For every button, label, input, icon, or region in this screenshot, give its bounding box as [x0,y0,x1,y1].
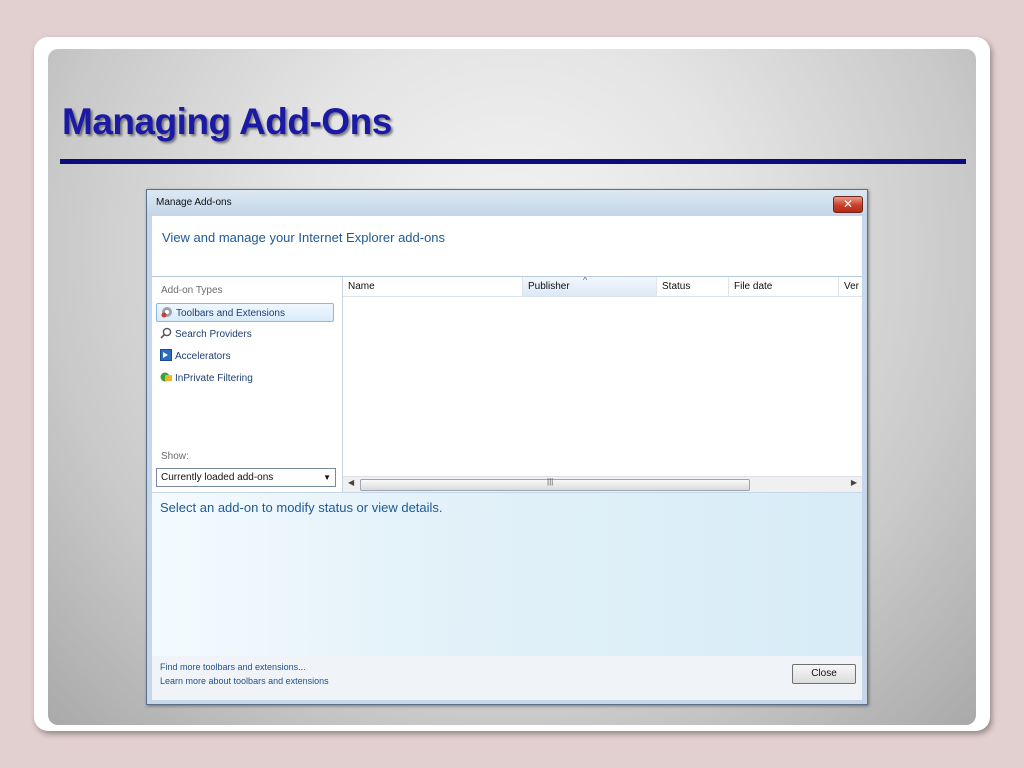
manage-addons-dialog: Manage Add-ons ✕ View and manage your In… [146,189,868,705]
slide-title: Managing Add-Ons [62,101,392,142]
accelerator-icon [160,349,172,361]
dropdown-arrow-icon: ▼ [323,473,331,482]
dialog-header: View and manage your Internet Explorer a… [152,216,862,277]
sort-ascending-icon: ^ [583,277,588,285]
addons-list[interactable]: Name ^ Publisher Status File date Ver ◀ … [343,277,862,492]
addon-types-label: Add-on Types [161,285,223,296]
dialog-title: Manage Add-ons [156,197,232,208]
column-header-label: Publisher [528,281,570,292]
horizontal-scrollbar[interactable]: ◀ ||| ▶ [343,476,862,492]
search-icon [160,327,172,339]
addon-type-label: InPrivate Filtering [175,373,253,384]
slide-background: Managing Add-Ons Manage Add-ons ✕ View a… [48,49,976,725]
slide-frame: Managing Add-Ons Manage Add-ons ✕ View a… [34,37,990,731]
show-dropdown[interactable]: Currently loaded add-ons ▼ [156,468,336,487]
addon-type-label: Toolbars and Extensions [176,308,285,319]
inprivate-icon [160,372,172,382]
addon-type-toolbars-extensions[interactable]: Toolbars and Extensions [156,303,334,322]
addon-type-accelerators[interactable]: Accelerators [156,347,334,366]
addon-type-inprivate-filtering[interactable]: InPrivate Filtering [156,369,334,388]
show-label: Show: [161,451,189,462]
close-button[interactable]: Close [792,664,856,684]
show-dropdown-value: Currently loaded add-ons [161,472,274,483]
details-area: Select an add-on to modify status or vie… [152,493,862,656]
dialog-titlebar[interactable]: Manage Add-ons ✕ [147,190,867,216]
addon-type-label: Accelerators [175,351,231,362]
gear-icon [161,307,172,318]
find-more-link[interactable]: Find more toolbars and extensions... [160,662,306,672]
addon-type-label: Search Providers [175,329,252,340]
learn-more-link[interactable]: Learn more about toolbars and extensions [160,676,329,686]
close-icon[interactable]: ✕ [833,196,863,213]
scroll-grip-icon: ||| [547,477,554,486]
title-underline [60,159,966,164]
addon-types-pane: Add-on Types Toolbars and Extensions Sea… [152,277,343,492]
column-header-version[interactable]: Ver [839,277,862,297]
column-header-publisher[interactable]: ^ Publisher [523,277,657,297]
scroll-right-icon[interactable]: ▶ [851,478,857,487]
column-header-name[interactable]: Name [343,277,523,297]
header-text: View and manage your Internet Explorer a… [162,230,446,245]
column-header-status[interactable]: Status [657,277,729,297]
column-header-file-date[interactable]: File date [729,277,839,297]
scroll-left-icon[interactable]: ◀ [348,478,354,487]
details-text: Select an add-on to modify status or vie… [160,500,443,515]
dialog-footer: Find more toolbars and extensions... Lea… [152,656,862,700]
scroll-thumb[interactable]: ||| [360,477,750,491]
addon-type-search-providers[interactable]: Search Providers [156,325,334,344]
